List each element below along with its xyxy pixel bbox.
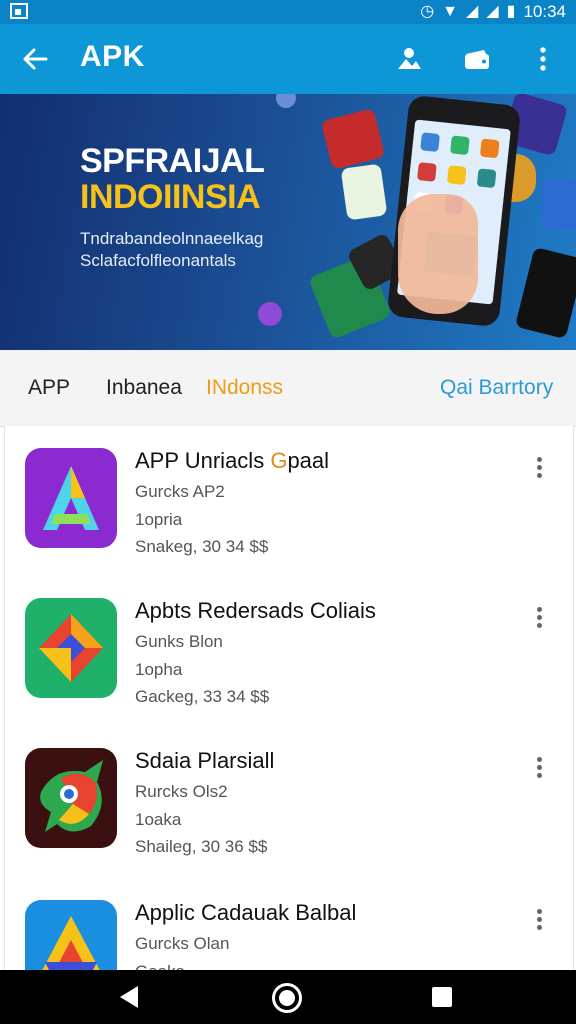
list-item[interactable]: Sdaia Plarsiall Rurcks Ols2 1oaka Shaile…	[5, 726, 573, 876]
app-category: 1oaka	[135, 810, 182, 829]
account-switch-icon[interactable]	[392, 42, 426, 76]
app-category: 1opha	[135, 660, 183, 679]
tab-indonesia[interactable]: INdonss	[206, 376, 283, 400]
floating-dot-icon	[276, 94, 296, 108]
status-icons: ◷ ▼ ◢ ◢ ▮ 10:34	[420, 2, 566, 22]
clock: 10:34	[523, 2, 566, 21]
alarm-icon: ◷	[420, 3, 435, 20]
category-tabs: APP Inbanea INdonss Qai Barrtory	[0, 350, 576, 427]
item-overflow-icon[interactable]	[529, 454, 549, 482]
banner-subtext: Tndrabandeolnnaeelkag Sclafacfolfleonant…	[80, 228, 263, 272]
wallet-icon[interactable]	[460, 42, 494, 76]
app-name: Applic Cadauak Balbal	[135, 900, 357, 925]
floating-bubble-icon	[258, 302, 282, 326]
item-overflow-icon[interactable]	[529, 906, 549, 934]
app-list: APP Unriacls Gpaal Gurcks AP2 1opria Sna…	[4, 426, 574, 970]
promo-banner[interactable]: SPFRAIJAL INDOIINSIA Tndrabandeolnnaeelk…	[0, 94, 576, 350]
battery-icon: ▮	[506, 3, 516, 20]
list-item[interactable]: Apbts Redersads Coliais Gunks Blon 1opha…	[5, 576, 573, 726]
app-meta: Shaileg, 30 36 $$	[135, 837, 268, 856]
gallery-notification-icon	[10, 3, 28, 19]
app-developer: Rurcks Ols2	[135, 782, 228, 801]
app-developer: Gurcks Olan	[135, 934, 230, 953]
status-bar: ◷ ▼ ◢ ◢ ▮ 10:34	[0, 0, 576, 24]
item-overflow-icon[interactable]	[529, 754, 549, 782]
diamond-icon	[25, 598, 117, 698]
banner-subtext-line: Sclafacfolfleonantals	[80, 251, 236, 270]
signal-icon-2: ◢	[486, 3, 499, 20]
nav-recents-icon[interactable]	[432, 987, 452, 1007]
list-item[interactable]: Applic Cadauak Balbal Gurcks Olan Gaaka	[5, 878, 573, 970]
overflow-menu-icon[interactable]	[526, 42, 560, 76]
app-name: Sdaia Plarsiall	[135, 748, 275, 773]
hand-illustration	[398, 194, 478, 314]
tab-app[interactable]: APP	[28, 376, 70, 400]
app-category: Gaaka	[135, 962, 185, 970]
tab-inbanea[interactable]: Inbanea	[106, 376, 182, 400]
banner-headline: SPFRAIJAL	[80, 142, 265, 180]
triangle-icon	[25, 900, 117, 970]
floating-app-icon	[340, 163, 388, 221]
wifi-icon: ▼	[442, 3, 459, 20]
floating-app-icon	[542, 178, 576, 230]
app-developer: Gurcks AP2	[135, 482, 225, 501]
app-meta: Gackeg, 33 34 $$	[135, 687, 270, 706]
app-name: Apbts Redersads Coliais	[135, 598, 376, 623]
app-meta: Snakeg, 30 34 $$	[135, 537, 269, 556]
letter-a-icon	[25, 448, 117, 548]
nav-home-icon[interactable]	[272, 983, 302, 1013]
item-overflow-icon[interactable]	[529, 604, 549, 632]
banner-subtext-line: Tndrabandeolnnaeelkag	[80, 229, 264, 248]
bird-icon	[25, 748, 117, 848]
app-bar: APK	[0, 24, 576, 94]
nav-back-icon[interactable]	[120, 986, 138, 1008]
back-arrow-icon[interactable]	[18, 42, 52, 76]
floating-app-icon	[320, 108, 386, 170]
app-developer: Gunks Blon	[135, 632, 223, 651]
signal-icon: ◢	[466, 3, 479, 20]
page-title: APK	[80, 40, 145, 73]
banner-headline-accent: INDOIINSIA	[80, 178, 261, 216]
list-item[interactable]: APP Unriacls Gpaal Gurcks AP2 1opria Sna…	[5, 426, 573, 576]
app-category: 1opria	[135, 510, 183, 529]
category-link[interactable]: Qai Barrtory	[440, 376, 553, 400]
app-name: APP Unriacls Gpaal	[135, 448, 330, 473]
system-nav-bar	[0, 970, 576, 1024]
floating-phone-icon	[514, 246, 576, 340]
